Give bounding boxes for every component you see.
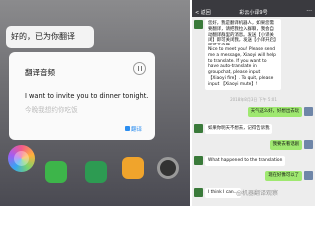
chat-title: 彩云小译9号 (239, 10, 268, 16)
chat-message: 现在好像可以了 (265, 171, 302, 181)
source-text: I want to invite you to dinner tonight. (25, 92, 149, 100)
chat-message: Nice to meet you! Please send me a messa… (205, 45, 281, 90)
bot-avatar[interactable] (194, 156, 203, 165)
chat-message: 天气这么好，好想出去玩 (247, 107, 302, 117)
chat-message: 如果你明天不想去，记得告诉我 (205, 124, 273, 134)
translation-card[interactable]: 翻译音频 I want to invite you to dinner toni… (9, 52, 155, 140)
translated-text: 今晚我想约你吃饭 (25, 106, 78, 114)
chat-header: < 返回 彩云小译9号 ··· (192, 7, 315, 17)
assistant-reply-bubble: 好的，已为你翻译 (6, 26, 94, 48)
app-icon-messages[interactable] (85, 161, 107, 183)
chat-message: What happened to the translation (205, 156, 286, 166)
user-avatar[interactable] (304, 140, 313, 149)
bot-avatar[interactable] (194, 188, 203, 197)
app-icon-phone[interactable] (45, 161, 67, 183)
pause-icon[interactable] (133, 62, 146, 75)
user-avatar[interactable] (304, 171, 313, 180)
phone-translation-screen: 好的，已为你翻译 翻译音频 I want to invite you to di… (0, 0, 190, 206)
voice-assistant-icon[interactable] (8, 145, 35, 172)
bot-avatar[interactable] (194, 20, 203, 29)
app-icon-camera[interactable] (157, 157, 179, 179)
more-menu-icon[interactable]: ··· (306, 8, 312, 15)
translate-link[interactable]: 翻译 (131, 125, 142, 133)
watermark: @机器翻译观察 (236, 190, 279, 197)
chat-message: 我要去看话剧 (269, 140, 302, 150)
card-title: 翻译音频 (25, 68, 55, 77)
bot-avatar[interactable] (194, 124, 203, 133)
app-icon-browser[interactable] (122, 157, 144, 179)
translate-icon (125, 126, 130, 131)
timestamp: 2018年8月3日 下午 5:01 (230, 97, 277, 102)
phone-wechat-chat: < 返回 彩云小译9号 ··· 您好，我是翻译机器人，如果您需要翻译，请把我拉入… (192, 0, 315, 206)
screenshot-root: 好的，已为你翻译 翻译音频 I want to invite you to di… (0, 0, 315, 206)
user-avatar[interactable] (304, 107, 313, 116)
status-bar (192, 0, 315, 7)
